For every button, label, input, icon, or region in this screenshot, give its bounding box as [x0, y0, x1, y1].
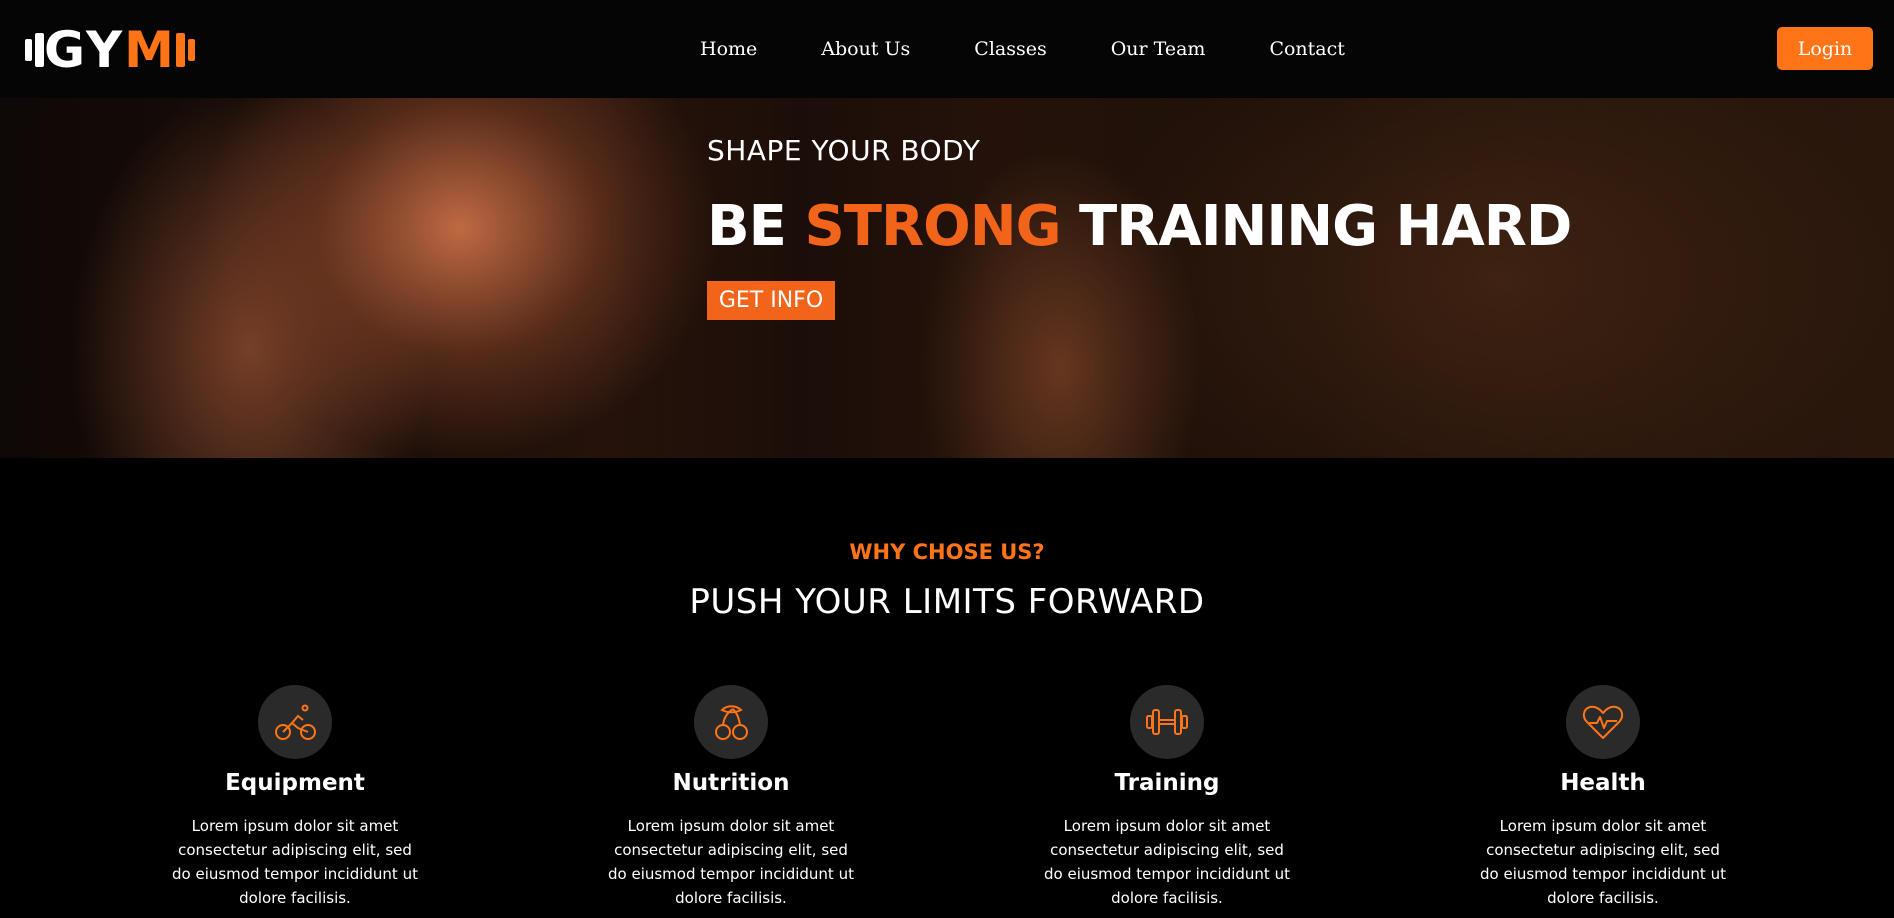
navbar: GY M Home About Us Classes Our Team Cont…: [0, 0, 1894, 98]
feature-title: Training: [1114, 770, 1220, 796]
hero-title-prefix: BE: [707, 194, 787, 259]
nav-contact[interactable]: Contact: [1269, 38, 1344, 60]
feature-text: Lorem ipsum dolor sit amet consectetur a…: [172, 817, 418, 907]
feature-title: Equipment: [225, 770, 365, 796]
hero-banner: SHAPE YOUR BODY BE STRONG TRAINING HARD …: [0, 98, 1894, 458]
feature-text: Lorem ipsum dolor sit amet consectetur a…: [1044, 817, 1290, 907]
hero-subtitle: SHAPE YOUR BODY: [707, 134, 981, 167]
logo-text-orange: M: [124, 21, 176, 79]
feature-text: Lorem ipsum dolor sit amet consectetur a…: [608, 817, 854, 907]
dumbbell-icon: [1130, 685, 1204, 759]
heart-pulse-icon: [1566, 685, 1640, 759]
nav-home[interactable]: Home: [700, 38, 757, 60]
feature-equipment: Equipment Lorem ipsum dolor sit amet con…: [145, 685, 445, 910]
feature-text: Lorem ipsum dolor sit amet consectetur a…: [1480, 817, 1726, 907]
nav-about-us[interactable]: About Us: [821, 38, 910, 60]
dumbbell-right-icon: [175, 33, 195, 67]
gym-logo[interactable]: GY M: [25, 21, 195, 79]
hero-title-suffix: TRAINING HARD: [1079, 194, 1572, 259]
hero-title: BE STRONG TRAINING HARD: [707, 194, 1572, 259]
why-heading: PUSH YOUR LIMITS FORWARD: [689, 582, 1205, 622]
feature-title: Nutrition: [672, 770, 790, 796]
why-label: WHY CHOSE US?: [849, 540, 1045, 564]
hero-title-accent: STRONG: [804, 194, 1061, 259]
feature-health: Health Lorem ipsum dolor sit amet consec…: [1453, 685, 1753, 910]
bicycle-icon: [258, 685, 332, 759]
nav-links: Home About Us Classes Our Team Contact: [700, 0, 1345, 98]
logo-text-white: GY: [44, 21, 125, 79]
cherries-icon: [694, 685, 768, 759]
dumbbell-left-icon: [25, 33, 44, 67]
feature-training: Training Lorem ipsum dolor sit amet cons…: [1017, 685, 1317, 910]
feature-nutrition: Nutrition Lorem ipsum dolor sit amet con…: [581, 685, 881, 910]
logo-text: GY M: [44, 21, 176, 79]
login-button[interactable]: Login: [1777, 27, 1873, 70]
nav-our-team[interactable]: Our Team: [1111, 38, 1206, 60]
nav-classes[interactable]: Classes: [974, 38, 1046, 60]
feature-title: Health: [1560, 770, 1646, 796]
get-info-button[interactable]: GET INFO: [707, 281, 835, 320]
